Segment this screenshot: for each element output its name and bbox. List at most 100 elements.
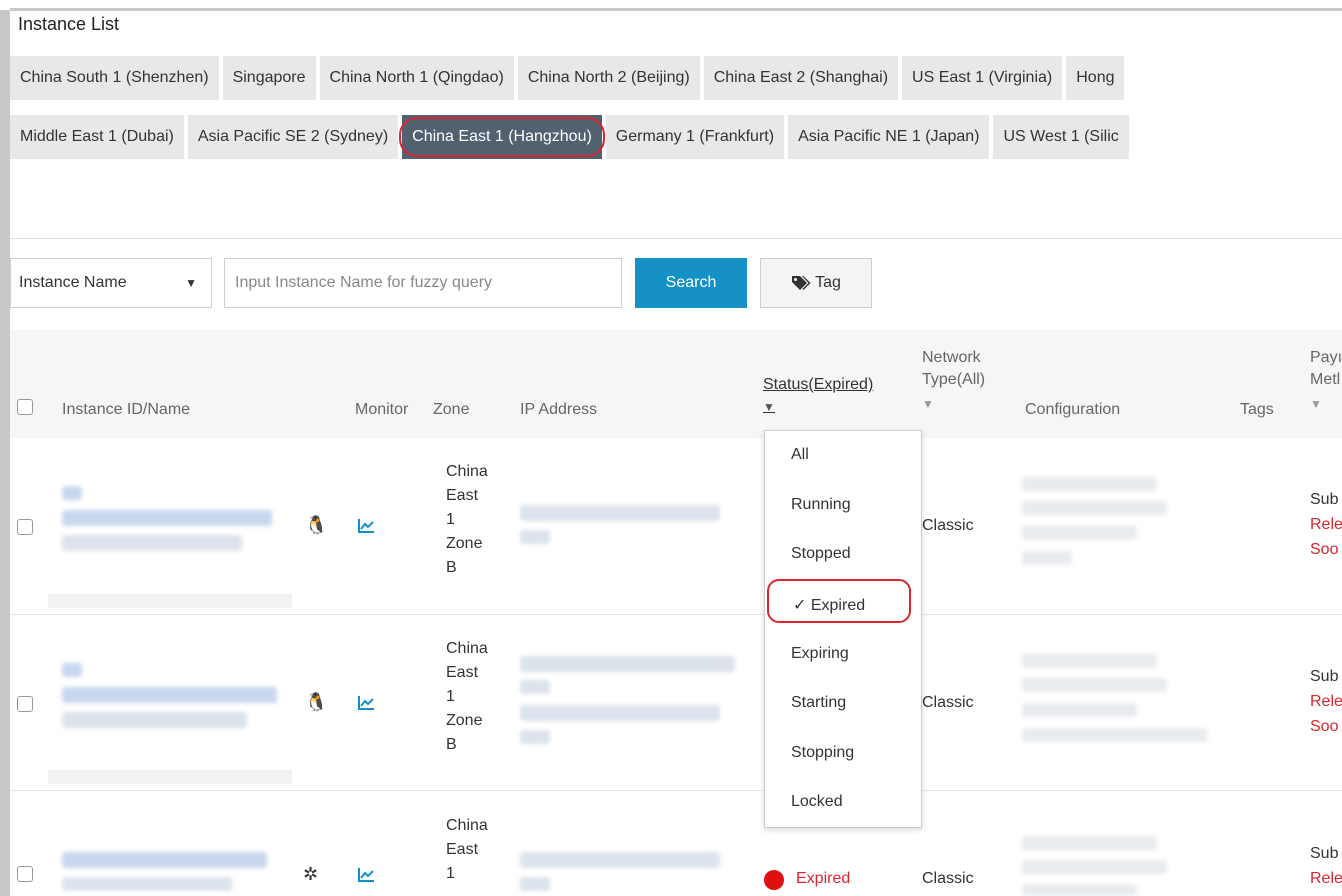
payment-type: Sub: [1310, 491, 1339, 508]
payment-caret-icon: ▼: [1310, 397, 1322, 411]
status-caret-icon: ▼: [763, 400, 775, 414]
header-configuration: Configuration: [1025, 401, 1121, 418]
page-title: Instance List: [18, 14, 120, 34]
status-option-all[interactable]: All: [791, 446, 809, 464]
search-input[interactable]: [224, 258, 622, 308]
region-tab[interactable]: Middle East 1 (Dubai): [10, 115, 184, 159]
monitor-chart-icon[interactable]: [357, 695, 375, 711]
frame-left: [0, 10, 10, 896]
payment-type: Sub: [1310, 668, 1339, 685]
header-payment[interactable]: Payı Metl ▼: [1310, 347, 1342, 415]
payment-type: Sub: [1310, 845, 1339, 862]
configuration: [1022, 860, 1167, 874]
instance-id-link[interactable]: [62, 663, 82, 677]
frame-line: [10, 8, 1342, 11]
zone-line: China: [446, 640, 488, 657]
ip-address: [520, 852, 720, 868]
status-option-label: Expired: [810, 597, 866, 614]
configuration: [1022, 551, 1072, 565]
status-option-stopping[interactable]: Stopping: [791, 744, 854, 762]
configuration: [1022, 728, 1207, 742]
zone-cell: China East 1 Zone B: [446, 460, 488, 580]
region-tab[interactable]: China North 2 (Beijing): [517, 56, 700, 100]
instance-name: [62, 535, 242, 551]
configuration: [1022, 703, 1137, 717]
header-tags: Tags: [1240, 401, 1274, 418]
region-tab[interactable]: Asia Pacific SE 2 (Sydney): [187, 115, 399, 159]
zone-line: East: [446, 487, 479, 504]
region-tab[interactable]: China South 1 (Shenzhen): [10, 56, 219, 100]
row-divider: [10, 790, 1342, 791]
ip-address: [520, 656, 735, 672]
status-option-running[interactable]: Running: [791, 496, 851, 514]
status-option-starting[interactable]: Starting: [791, 694, 846, 712]
configuration: [1022, 678, 1167, 692]
region-tab-active[interactable]: China East 1 (Hangzhou): [399, 115, 605, 159]
status-option-expired[interactable]: ✓ Expired: [793, 595, 865, 615]
header-network[interactable]: Network Type(All) ▼: [922, 347, 985, 415]
zone-cell: China East 1 Zone B: [446, 637, 488, 757]
region-tab[interactable]: Hong: [1066, 56, 1125, 100]
zone-line: Zone: [446, 535, 483, 552]
instance-id-link[interactable]: [62, 486, 82, 500]
row-checkbox[interactable]: [17, 519, 33, 535]
check-icon: ✓: [793, 597, 807, 614]
ip-address: [520, 680, 550, 694]
network-type: Classic: [922, 870, 974, 887]
zone-line: East: [446, 664, 479, 681]
release-link[interactable]: Soo: [1310, 541, 1338, 559]
region-tab[interactable]: China North 1 (Qingdao): [319, 56, 514, 100]
divider: [10, 238, 1342, 239]
header-payment-line1: Payı: [1310, 349, 1342, 366]
instance-id-link[interactable]: [62, 510, 272, 526]
configuration: [1022, 477, 1157, 491]
search-field-select[interactable]: Instance Name ▼: [10, 258, 212, 308]
region-tabs-row-2: Middle East 1 (Dubai) Asia Pacific SE 2 …: [10, 115, 1129, 159]
release-link[interactable]: Rele: [1310, 516, 1342, 534]
release-link[interactable]: Soo: [1310, 718, 1338, 736]
network-caret-icon: ▼: [922, 397, 934, 411]
header-status[interactable]: Status(Expired) ▼: [763, 376, 873, 414]
status-option-locked[interactable]: Locked: [791, 793, 843, 811]
row-checkbox[interactable]: [17, 696, 33, 712]
region-tab[interactable]: China East 2 (Shanghai): [703, 56, 899, 100]
tag-button-label: Tag: [815, 274, 841, 291]
zone-line: China: [446, 817, 488, 834]
region-tab[interactable]: Asia Pacific NE 1 (Japan): [788, 115, 990, 159]
instance-id-link[interactable]: [62, 852, 267, 868]
configuration: [1022, 836, 1157, 850]
instance-id-link[interactable]: [62, 687, 277, 703]
region-tab[interactable]: Germany 1 (Frankfurt): [605, 115, 785, 159]
highlight-ring: [399, 117, 605, 157]
tag-icon: [792, 276, 811, 290]
row-divider: [10, 614, 1342, 615]
header-zone: Zone: [433, 401, 470, 418]
configuration: [1022, 884, 1137, 896]
zone-line: Zone: [446, 712, 483, 729]
zone-line: 1: [446, 688, 455, 705]
monitor-chart-icon[interactable]: [357, 518, 375, 534]
select-all-checkbox[interactable]: [17, 399, 33, 415]
search-button[interactable]: Search: [635, 258, 747, 308]
header-instance[interactable]: Instance ID/Name: [62, 401, 190, 419]
region-tab[interactable]: Singapore: [222, 56, 316, 100]
zone-line: China: [446, 463, 488, 480]
ip-address: [520, 505, 720, 521]
row-checkbox[interactable]: [17, 866, 33, 882]
instance-name: [62, 712, 247, 728]
tag-button[interactable]: Tag: [760, 258, 872, 308]
monitor-chart-icon[interactable]: [357, 867, 375, 883]
release-link[interactable]: Rele: [1310, 870, 1342, 888]
table-header: [10, 330, 1342, 438]
region-tab[interactable]: US West 1 (Silic: [993, 115, 1129, 159]
ip-address: [520, 705, 720, 721]
zone-cell: China East 1: [446, 814, 488, 886]
release-link[interactable]: Rele: [1310, 693, 1342, 711]
header-monitor: Monitor: [355, 401, 409, 418]
status-text: Expired: [796, 870, 851, 887]
status-option-stopped[interactable]: Stopped: [791, 545, 851, 563]
configuration: [1022, 654, 1157, 668]
status-option-expiring[interactable]: Expiring: [791, 645, 849, 663]
region-tab[interactable]: US East 1 (Virginia): [902, 56, 1063, 100]
status-expired-dot: [764, 870, 784, 890]
